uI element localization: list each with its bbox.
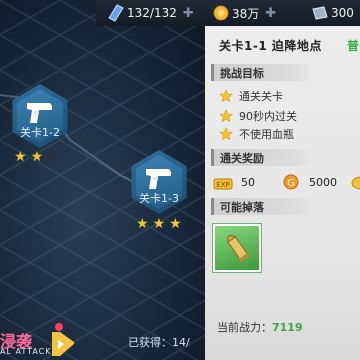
objective-item: 通关关卡	[219, 88, 283, 104]
objective-text: 不使用血瓶	[239, 128, 294, 141]
star-icon: ★	[30, 149, 44, 165]
exp-value: 50	[241, 175, 255, 189]
stamina-value: 132/132	[127, 6, 177, 20]
stage-label: 关卡1-3	[139, 192, 179, 205]
add-gold-button[interactable]: ✚	[265, 6, 276, 21]
objective-text: 90秒内过关	[239, 110, 297, 123]
rewards-header-label: 通关奖励	[220, 152, 264, 165]
gold-resource: 38万 ✚	[213, 3, 276, 23]
gold-reward: G 5000	[283, 174, 337, 190]
drops-header-label: 可能掉落	[220, 201, 264, 214]
objective-item: 不使用血瓶	[219, 126, 294, 142]
raid-subtitle: AL ATTACK	[0, 347, 52, 356]
extra-reward-icon	[351, 176, 360, 190]
svg-text:EXP: EXP	[216, 181, 229, 189]
objective-star-icon	[219, 109, 233, 123]
gold-value: 38万	[232, 6, 260, 21]
stage-node-1-3[interactable]: 关卡1-3	[127, 150, 191, 214]
objective-text: 通关关卡	[239, 90, 283, 103]
star-icon: ★	[14, 149, 27, 165]
stamina-icon	[108, 4, 124, 22]
svg-text:G: G	[287, 178, 295, 189]
gem-icon	[312, 6, 328, 20]
objectives-header-label: 挑战目标	[220, 67, 264, 80]
add-stamina-button[interactable]: ✚	[183, 6, 194, 21]
pistol-icon	[27, 103, 52, 123]
star-icon: ★	[136, 216, 149, 232]
star-icon: ★	[169, 216, 182, 232]
stamina-resource: 132/132 ✚	[108, 3, 194, 23]
star-icon: ★	[152, 216, 166, 232]
stage-map: 关卡1-2 ★ ★ ★ 关卡1-3 ★ ★ ★ 浸袭 AL ATTACK 已获得…	[0, 0, 205, 360]
gem-value: 300	[331, 6, 354, 20]
combat-power: 当前战力：7119	[217, 319, 303, 335]
objectives-header: 挑战目标	[211, 64, 314, 81]
star-icon: ★	[47, 149, 60, 165]
bullet-icon	[227, 234, 250, 263]
stage-info-panel: 关卡1-1 迫降地点 普 挑战目标 通关关卡 90秒内过关 不使用血瓶 通关奖励…	[205, 26, 360, 360]
gold-reward-value: 5000	[309, 175, 337, 189]
raid-arrow-icon[interactable]	[50, 322, 78, 356]
combat-power-label: 当前战力：	[217, 321, 272, 334]
rewards-header: 通关奖励	[211, 149, 314, 166]
stage-label: 关卡1-2	[20, 126, 60, 139]
stage-1-2-stars: ★ ★ ★	[14, 150, 60, 164]
combat-power-value: 7119	[272, 321, 303, 334]
resource-bar: 132/132 ✚ 38万 ✚ 300	[96, 0, 360, 26]
exp-icon: EXP	[213, 178, 233, 190]
drops-header: 可能掉落	[211, 198, 314, 215]
objective-star-icon	[219, 89, 233, 103]
stage-node-1-2[interactable]: 关卡1-2	[8, 84, 72, 148]
stage-1-3-stars: ★ ★ ★	[136, 217, 182, 231]
gold-coin-icon: G	[283, 174, 299, 190]
exp-reward: EXP 50	[213, 174, 255, 190]
objective-item: 90秒内过关	[219, 108, 297, 124]
stage-title: 关卡1-1 迫降地点	[219, 39, 322, 53]
gem-resource: 300	[312, 3, 354, 23]
gold-coin-icon	[213, 5, 229, 21]
drop-item-slot[interactable]	[213, 224, 261, 272]
pistol-icon	[146, 169, 171, 189]
difficulty-label[interactable]: 普	[347, 37, 359, 54]
objective-star-icon	[219, 127, 233, 141]
obtained-count: 已获得：14/	[128, 336, 190, 349]
